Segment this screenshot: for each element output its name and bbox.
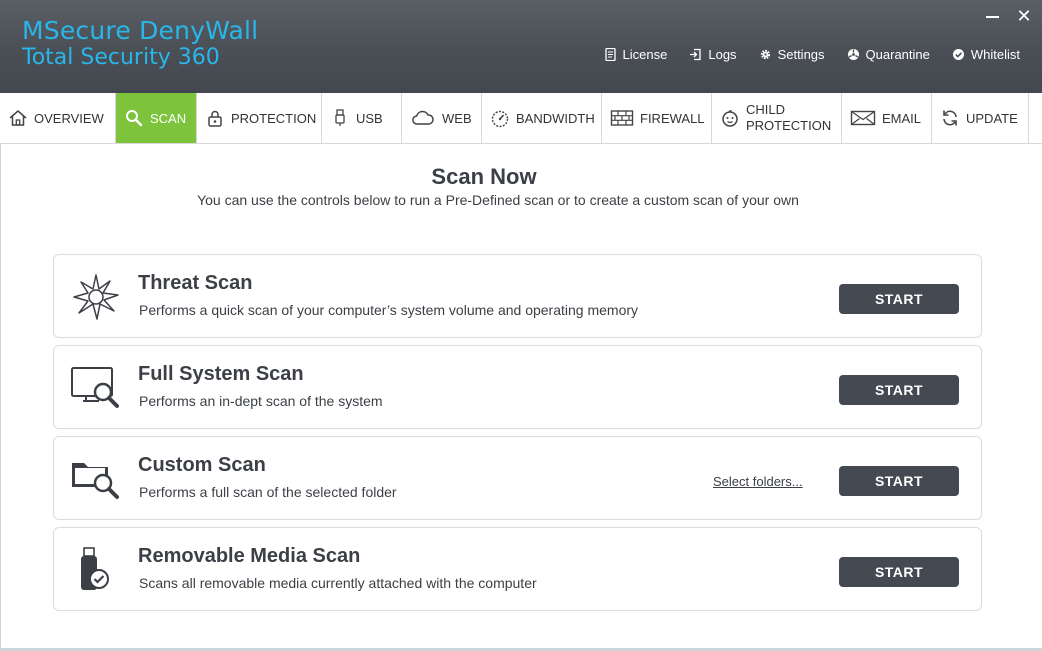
tab-email[interactable]: EMAIL (842, 93, 932, 143)
removable-media-scan-title: Removable Media Scan (138, 545, 361, 567)
tab-bandwidth[interactable]: BANDWIDTH (482, 93, 602, 143)
title-bar: MSecure DenyWall Total Security 360 ✕ Li… (0, 0, 1042, 93)
check-circle-icon (952, 49, 964, 60)
custom-scan-title: Custom Scan (138, 454, 266, 476)
top-links: License Logs Settings Quarantine Whiteli… (604, 47, 1020, 62)
tab-update[interactable]: UPDATE (932, 93, 1029, 143)
license-label: License (622, 47, 668, 62)
tab-web[interactable]: WEB (402, 93, 482, 143)
gauge-icon (491, 110, 509, 128)
logs-link[interactable]: Logs (689, 47, 737, 62)
child-face-icon (722, 110, 738, 127)
tab-child-protection[interactable]: CHILD PROTECTION (712, 93, 842, 143)
quarantine-link[interactable]: Quarantine (847, 47, 930, 62)
page-subtitle: You can use the controls below to run a … (197, 192, 799, 208)
removable-media-scan-card: Removable Media Scan Scans all removable… (53, 527, 982, 611)
cloud-icon (412, 110, 434, 125)
scan-panel: Scan Now You can use the controls below … (0, 144, 1042, 651)
brand-logo: MSecure DenyWall Total Security 360 (22, 18, 258, 69)
brand-product: Total Security 360 (22, 45, 220, 70)
removable-media-scan-start-button[interactable]: START (839, 557, 959, 587)
gear-icon (760, 49, 770, 60)
full-system-scan-start-button[interactable]: START (839, 375, 959, 405)
tab-update-label: UPDATE (966, 110, 1018, 126)
home-icon (9, 110, 27, 126)
tab-web-label: WEB (442, 110, 472, 126)
page-title: Scan Now (431, 164, 537, 189)
quarantine-label: Quarantine (865, 47, 930, 62)
tab-protection-label: PROTECTION (231, 110, 317, 126)
tab-usb[interactable]: USB (322, 93, 402, 143)
threat-scan-description: Performs a quick scan of your computer’s… (139, 302, 639, 318)
custom-scan-description: Performs a full scan of the selected fol… (139, 484, 397, 500)
main-tabs: OVERVIEW SCAN PROTECTION USB WEB BANDWID… (0, 93, 1042, 144)
app-window: MSecure DenyWall Total Security 360 ✕ Li… (0, 0, 1042, 651)
threat-scan-card: Threat Scan Performs a quick scan of you… (53, 254, 982, 338)
quarantine-icon (847, 49, 859, 60)
settings-link[interactable]: Settings (759, 47, 825, 62)
license-link[interactable]: License (604, 47, 668, 62)
search-icon (126, 110, 143, 127)
usb-icon (335, 109, 345, 126)
tab-overview-label: OVERVIEW (34, 110, 104, 126)
refresh-icon (943, 110, 957, 126)
whitelist-label: Whitelist (970, 47, 1020, 62)
brand-name: MSecure DenyWall (22, 16, 259, 45)
full-system-scan-title: Full System Scan (138, 363, 304, 385)
minimize-icon (986, 16, 999, 18)
monitor-search-icon (71, 367, 119, 408)
select-folders-link[interactable]: Select folders... (713, 474, 803, 489)
threat-scan-start-button[interactable]: START (839, 284, 959, 314)
virus-icon (73, 274, 119, 320)
usb-drive-check-icon (81, 547, 109, 590)
window-controls: ✕ (986, 6, 1032, 26)
custom-scan-start-button[interactable]: START (839, 466, 959, 496)
tab-protection[interactable]: PROTECTION (197, 93, 322, 143)
tab-firewall[interactable]: FIREWALL (602, 93, 712, 143)
settings-label: Settings (777, 47, 825, 62)
custom-scan-card: Custom Scan Performs a full scan of the … (53, 436, 982, 520)
minimize-button[interactable] (986, 6, 1002, 26)
license-icon (604, 48, 616, 61)
logs-icon (690, 48, 702, 61)
tab-child-protection-label-line2: PROTECTION (746, 118, 832, 133)
full-system-scan-description: Performs an in-dept scan of the system (139, 393, 383, 409)
removable-media-scan-description: Scans all removable media currently atta… (139, 575, 537, 591)
threat-scan-title: Threat Scan (138, 272, 253, 294)
logs-label: Logs (708, 47, 737, 62)
tab-usb-label: USB (356, 110, 383, 126)
tab-overview[interactable]: OVERVIEW (0, 93, 116, 143)
whitelist-link[interactable]: Whitelist (952, 47, 1020, 62)
close-button[interactable]: ✕ (1016, 6, 1032, 26)
folder-search-icon (72, 463, 119, 499)
tab-scan-label: SCAN (150, 110, 187, 126)
lock-icon (208, 110, 222, 127)
envelope-icon (850, 110, 876, 126)
tab-email-label: EMAIL (882, 110, 922, 126)
tab-child-protection-label: CHILD PROTECTION (746, 102, 831, 134)
full-system-scan-card: Full System Scan Performs an in-dept sca… (53, 345, 982, 429)
tab-child-protection-label-line1: CHILD (746, 102, 786, 117)
tab-firewall-label: FIREWALL (640, 110, 705, 126)
tab-scan[interactable]: SCAN (116, 93, 197, 143)
tab-bandwidth-label: BANDWIDTH (516, 110, 595, 126)
brick-wall-icon (610, 110, 634, 126)
